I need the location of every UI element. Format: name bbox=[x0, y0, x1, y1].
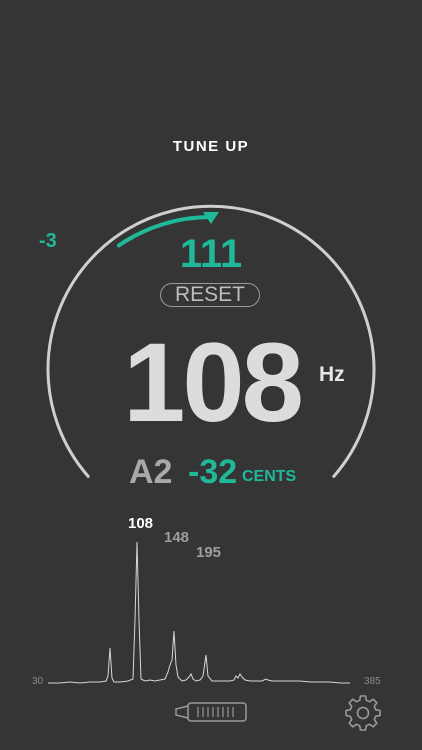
slider-handle-icon[interactable] bbox=[174, 700, 248, 724]
spectrum-line bbox=[48, 541, 350, 684]
gear-icon[interactable] bbox=[345, 695, 381, 731]
spectrum-graph bbox=[48, 541, 350, 684]
spectrum-axis-max: 385 bbox=[364, 676, 381, 687]
spectrum-axis-min: 30 bbox=[32, 676, 44, 687]
